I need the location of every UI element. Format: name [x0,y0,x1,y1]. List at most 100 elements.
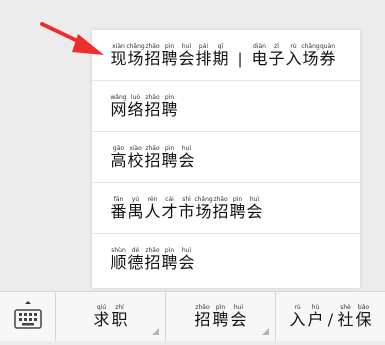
syllable: qiú 求 [93,304,111,329]
hanzi: 招 [144,49,161,68]
menu-item-label: fān 番 yú 禺 rén 人 cái 才 shì 市 chǎng 场 zhāo 招 pìn 聘 huì 会 [110,196,360,221]
hanzi: 保 [355,310,372,329]
syllable: xiào 校 [127,145,144,170]
hanzi: 招 [144,151,161,170]
syllable: zhāo 招 [194,304,212,329]
hanzi: 人 [144,202,161,221]
syllable: zhāo 招 [144,94,161,119]
hanzi: 电 [251,49,268,68]
syllable: pìn 聘 [229,196,246,221]
syllable: pìn 聘 [161,94,178,119]
hanzi: 招 [144,100,161,119]
syllable: pái 排 [195,43,212,68]
syllable: zhāo 招 [212,196,229,221]
menu-item-label: shùn 顺 dé 德 zhāo 招 pìn 聘 huì 会 [110,247,360,272]
syllable: wǎng 网 [110,94,127,119]
syllable: chǎng 场 [301,43,319,68]
hanzi: 招 [212,202,229,221]
hanzi: 期 [212,49,229,68]
syllable: qī 期 [212,43,229,68]
syllable: bǎo 保 [355,304,373,329]
hanzi: 聘 [229,202,246,221]
syllable: dé 德 [127,247,144,272]
tab-label: rù 入 hù 户 / shè 社 bǎo 保 [289,304,373,329]
tab-job-seeking[interactable]: qiú 求 zhí 职 [56,292,166,341]
hanzi: 市 [178,202,195,221]
syllable: shì 市 [178,196,195,221]
hanzi: 现 [110,49,127,68]
syllable: huì 会 [178,43,195,68]
hanzi: 聘 [161,100,178,119]
tab-label: zhāo 招 pìn 聘 huì 会 [194,304,248,329]
submenu-corner-icon [152,328,159,335]
syllable: shè 社 [337,304,355,329]
hanzi: 场 [127,49,144,68]
keyboard-icon [14,301,42,329]
syllable: fān 番 [110,196,127,221]
syllable: pìn 聘 [212,304,230,329]
syllable: huì 会 [178,247,195,272]
tab-job-fairs[interactable]: zhāo 招 pìn 聘 huì 会 [166,292,276,341]
hanzi: 招 [194,310,211,329]
hanzi: 络 [127,100,144,119]
hanzi: 求 [93,310,110,329]
hanzi: 禺 [127,202,144,221]
syllable: zǐ 子 [268,43,285,68]
separator-text: | [237,50,243,68]
tab-hukou-social-security[interactable]: rù 入 hù 户 / shè 社 bǎo 保 [276,292,385,341]
hanzi: 招 [144,253,161,272]
tab-label: qiú 求 zhí 职 [93,304,129,329]
bottom-toolbar: qiú 求 zhí 职 zhāo 招 pìn 聘 huì 会 rù 入 hù 户 / shè 社 bǎo 保 [0,291,385,341]
hanzi: 户 [307,310,324,329]
syllable: diàn 电 [251,43,268,68]
menu-item-label: gāo 高 xiào 校 zhāo 招 pìn 聘 huì 会 [110,145,360,170]
syllable: zhāo 招 [144,43,161,68]
syllable: shùn 顺 [110,247,127,272]
syllable: yú 禺 [127,196,144,221]
syllable: chǎng 场 [126,43,144,68]
hanzi: 会 [178,253,195,272]
syllable: rù 入 [289,304,307,329]
hanzi: 会 [230,310,247,329]
syllable: gāo 高 [110,145,127,170]
hanzi: 高 [110,151,127,170]
syllable: cái 才 [161,196,178,221]
hanzi: 子 [268,49,285,68]
hanzi: 才 [161,202,178,221]
hanzi: 聘 [161,151,178,170]
syllable: zhāo 招 [144,247,161,272]
syllable: huì 会 [230,304,248,329]
hanzi: 会 [246,202,263,221]
menu-item-onsite-fair-schedule[interactable]: xiàn 现 chǎng 场 zhāo 招 pìn 聘 huì 会 pái 排 qī 期 | diàn 电 zǐ 子… [92,30,360,81]
menu-item-panyu-talent-market-fair[interactable]: fān 番 yú 禺 rén 人 cái 才 shì 市 chǎng 场 zhāo 招 pìn 聘 huì 会 [92,183,360,234]
syllable: pìn 聘 [161,247,178,272]
hanzi: 场 [195,202,212,221]
syllable: zhāo 招 [144,145,161,170]
recruitment-popup-menu: xiàn 现 chǎng 场 zhāo 招 pìn 聘 huì 会 pái 排 qī 期 | diàn 电 zǐ 子… [92,30,360,288]
syllable: rén 人 [144,196,161,221]
hanzi: 网 [110,100,127,119]
hanzi: 聘 [161,49,178,68]
syllable: quàn 券 [319,43,336,68]
hanzi: 职 [111,310,128,329]
syllable: zhí 职 [111,304,129,329]
syllable: xiàn 现 [110,43,127,68]
hanzi: 德 [127,253,144,272]
syllable: huì 会 [178,145,195,170]
syllable: luò 络 [127,94,144,119]
syllable: hù 户 [307,304,325,329]
menu-item-label: wǎng 网 luò 络 zhāo 招 pìn 聘 [110,94,360,119]
separator: | [229,43,251,68]
hanzi: 会 [178,49,195,68]
keyboard-toggle-button[interactable] [0,292,56,341]
submenu-corner-icon [262,328,269,335]
menu-item-shunde-fair[interactable]: shùn 顺 dé 德 zhāo 招 pìn 聘 huì 会 [92,234,360,285]
syllable: pìn 聘 [161,145,178,170]
hanzi: 社 [337,310,354,329]
syllable: pìn 聘 [161,43,178,68]
hanzi: 场 [302,49,319,68]
syllable: rù 入 [285,43,302,68]
menu-item-online-recruitment[interactable]: wǎng 网 luò 络 zhāo 招 pìn 聘 [92,81,360,132]
hanzi: 顺 [110,253,127,272]
menu-item-campus-fair[interactable]: gāo 高 xiào 校 zhāo 招 pìn 聘 huì 会 [92,132,360,183]
